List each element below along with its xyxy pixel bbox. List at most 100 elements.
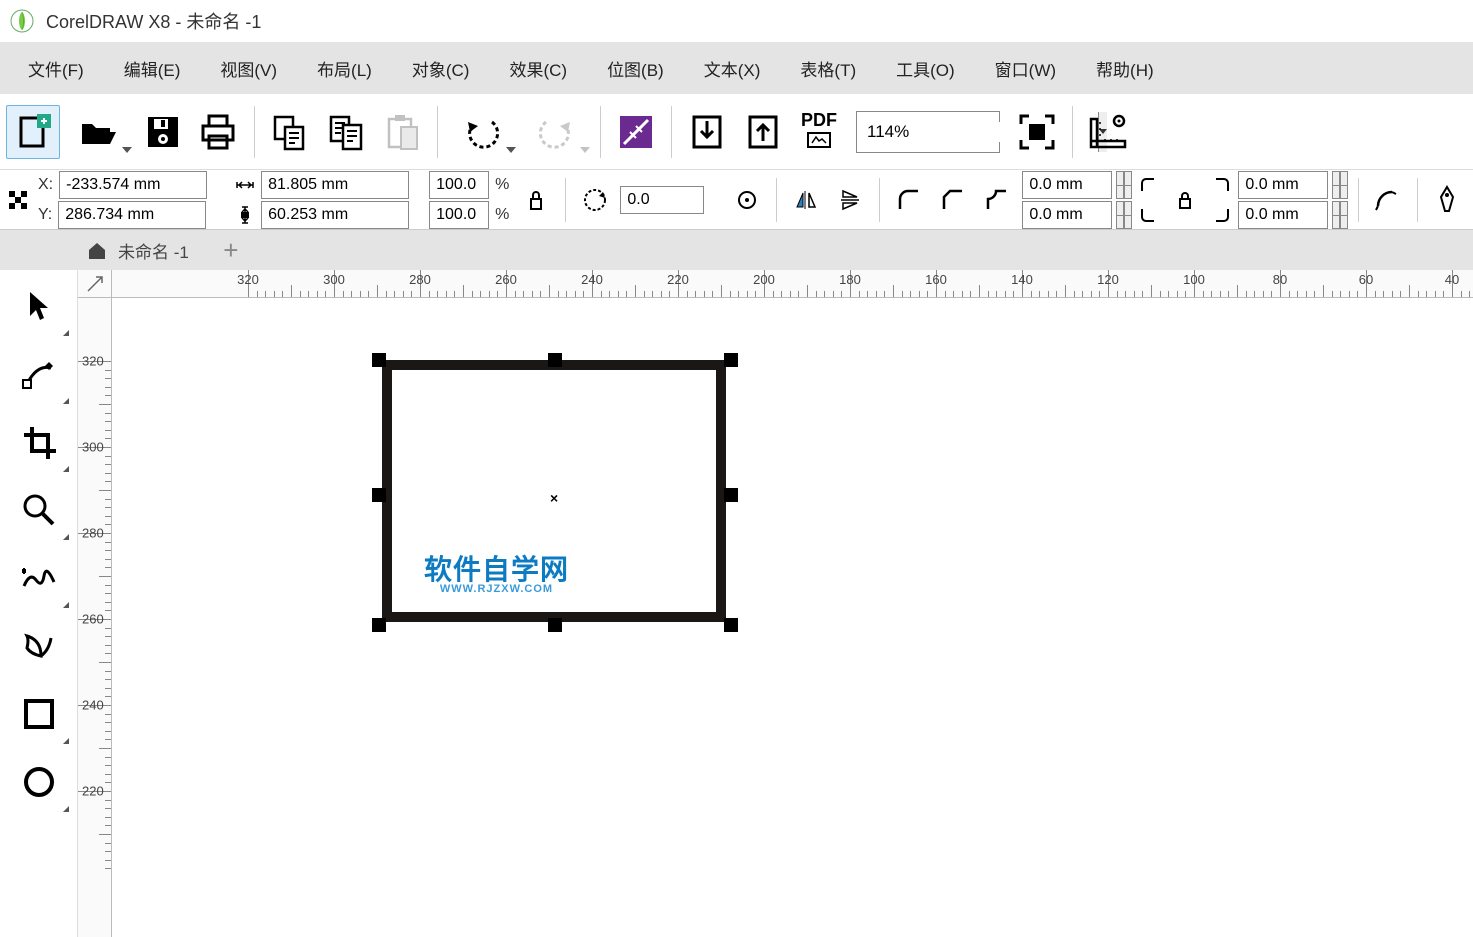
ruler-h-label: 180: [839, 272, 861, 287]
menu-layout[interactable]: 布局(L): [297, 50, 392, 87]
corner-br-icon: [1210, 203, 1234, 227]
toolbox: [0, 270, 78, 937]
corner-bl-icon: [1136, 203, 1160, 227]
watermark-text: 软件自学网 WWW.RJZXW.COM: [424, 556, 569, 595]
menu-object[interactable]: 对象(C): [392, 50, 490, 87]
pick-tool[interactable]: [5, 272, 73, 340]
mirror-vertical-button[interactable]: [831, 182, 869, 218]
publish-pdf-button[interactable]: PDF: [792, 105, 846, 159]
menu-view[interactable]: 视图(V): [200, 50, 297, 87]
print-button[interactable]: [192, 105, 246, 159]
scale-x-input[interactable]: [429, 171, 489, 199]
ruler-h-label: 300: [323, 272, 345, 287]
x-position-input[interactable]: [59, 171, 207, 199]
separator: [879, 178, 880, 222]
selection-handle-n[interactable]: [548, 353, 562, 367]
undo-button[interactable]: [446, 105, 518, 159]
ruler-origin[interactable]: [78, 270, 112, 298]
corner-tl-input[interactable]: [1022, 171, 1112, 199]
open-button[interactable]: [62, 105, 134, 159]
corner-bl-input[interactable]: [1022, 201, 1112, 229]
separator: [565, 178, 566, 222]
scale-y-input[interactable]: [429, 201, 489, 229]
window-title: CorelDRAW X8 - 未命名 -1: [46, 8, 261, 34]
corner-chamfer-button[interactable]: [978, 182, 1016, 218]
corner-tr-input[interactable]: [1238, 171, 1328, 199]
home-icon: [86, 239, 108, 261]
paste-properties-button[interactable]: [319, 105, 373, 159]
horizontal-ruler[interactable]: 3203002802602402202001801601401201008060…: [112, 270, 1473, 298]
document-tab[interactable]: 未命名 -1: [78, 231, 213, 269]
corner-tr-spinner[interactable]: [1332, 171, 1348, 199]
corner-tl-icon: [1136, 173, 1160, 197]
separator: [600, 106, 601, 158]
menu-window[interactable]: 窗口(W): [975, 50, 1076, 87]
corner-round-button[interactable]: [890, 182, 928, 218]
separator: [1417, 178, 1418, 222]
zoom-tool[interactable]: [5, 476, 73, 544]
app-logo-icon: [10, 9, 34, 33]
freehand-tool[interactable]: [5, 544, 73, 612]
save-button[interactable]: [136, 105, 190, 159]
titlebar: CorelDRAW X8 - 未命名 -1: [0, 0, 1473, 42]
corner-lock-button[interactable]: [1166, 182, 1204, 218]
ruler-h-label: 320: [237, 272, 259, 287]
workspace: 3203002802602402202001801601401201008060…: [0, 270, 1473, 937]
selection-handle-ne[interactable]: [724, 353, 738, 367]
selection-handle-w[interactable]: [372, 488, 386, 502]
ellipse-tool[interactable]: [5, 748, 73, 816]
ruler-h-label: 120: [1097, 272, 1119, 287]
width-input[interactable]: [261, 171, 409, 199]
menu-effects[interactable]: 效果(C): [489, 50, 587, 87]
clipboard-button[interactable]: [375, 105, 429, 159]
ruler-h-label: 240: [581, 272, 603, 287]
width-icon: [233, 173, 257, 197]
mirror-horizontal-button[interactable]: [787, 182, 825, 218]
crop-tool[interactable]: [5, 408, 73, 476]
y-label: Y:: [36, 206, 54, 224]
rotation-input[interactable]: [620, 186, 704, 214]
new-document-button[interactable]: [6, 105, 60, 159]
separator: [1358, 178, 1359, 222]
copy-properties-button[interactable]: [263, 105, 317, 159]
selection-handle-se[interactable]: [724, 618, 738, 632]
corner-br-input[interactable]: [1238, 201, 1328, 229]
corner-bl-spinner[interactable]: [1116, 201, 1132, 229]
menu-bitmap[interactable]: 位图(B): [587, 50, 684, 87]
redo-button[interactable]: [520, 105, 592, 159]
selection-handle-nw[interactable]: [372, 353, 386, 367]
corner-scallop-button[interactable]: [934, 182, 972, 218]
selection-handle-s[interactable]: [548, 618, 562, 632]
import-button[interactable]: [680, 105, 734, 159]
relative-corner-button[interactable]: [1369, 182, 1407, 218]
fullscreen-button[interactable]: [1010, 105, 1064, 159]
zoom-combo[interactable]: [856, 111, 1000, 153]
menu-help[interactable]: 帮助(H): [1076, 50, 1174, 87]
snap-button[interactable]: [609, 105, 663, 159]
corner-br-spinner[interactable]: [1332, 201, 1348, 229]
selection-handle-sw[interactable]: [372, 618, 386, 632]
menu-table[interactable]: 表格(T): [780, 50, 876, 87]
outline-pen-button[interactable]: [1428, 182, 1466, 218]
ruler-v-label: 240: [82, 698, 104, 713]
menu-tools[interactable]: 工具(O): [876, 50, 975, 87]
rectangle-tool[interactable]: [5, 680, 73, 748]
rotation-center-icon: [728, 182, 766, 218]
artistic-media-tool[interactable]: [5, 612, 73, 680]
menu-text[interactable]: 文本(X): [684, 50, 781, 87]
menu-edit[interactable]: 编辑(E): [104, 50, 201, 87]
corner-tl-spinner[interactable]: [1116, 171, 1132, 199]
y-position-input[interactable]: [58, 201, 206, 229]
lock-ratio-button[interactable]: [517, 182, 555, 218]
menu-file[interactable]: 文件(F): [8, 50, 104, 87]
vertical-ruler[interactable]: 320300280260240220: [78, 298, 112, 937]
export-button[interactable]: [736, 105, 790, 159]
add-tab-button[interactable]: +: [213, 232, 249, 268]
drawing-canvas[interactable]: × 软件自学网 WWW.RJZXW.COM: [112, 298, 1473, 937]
tab-label: 未命名 -1: [118, 238, 189, 263]
ruler-options-button[interactable]: [1081, 105, 1135, 159]
selection-center-marker[interactable]: ×: [550, 490, 558, 506]
selection-handle-e[interactable]: [724, 488, 738, 502]
shape-tool[interactable]: [5, 340, 73, 408]
height-input[interactable]: [261, 201, 409, 229]
